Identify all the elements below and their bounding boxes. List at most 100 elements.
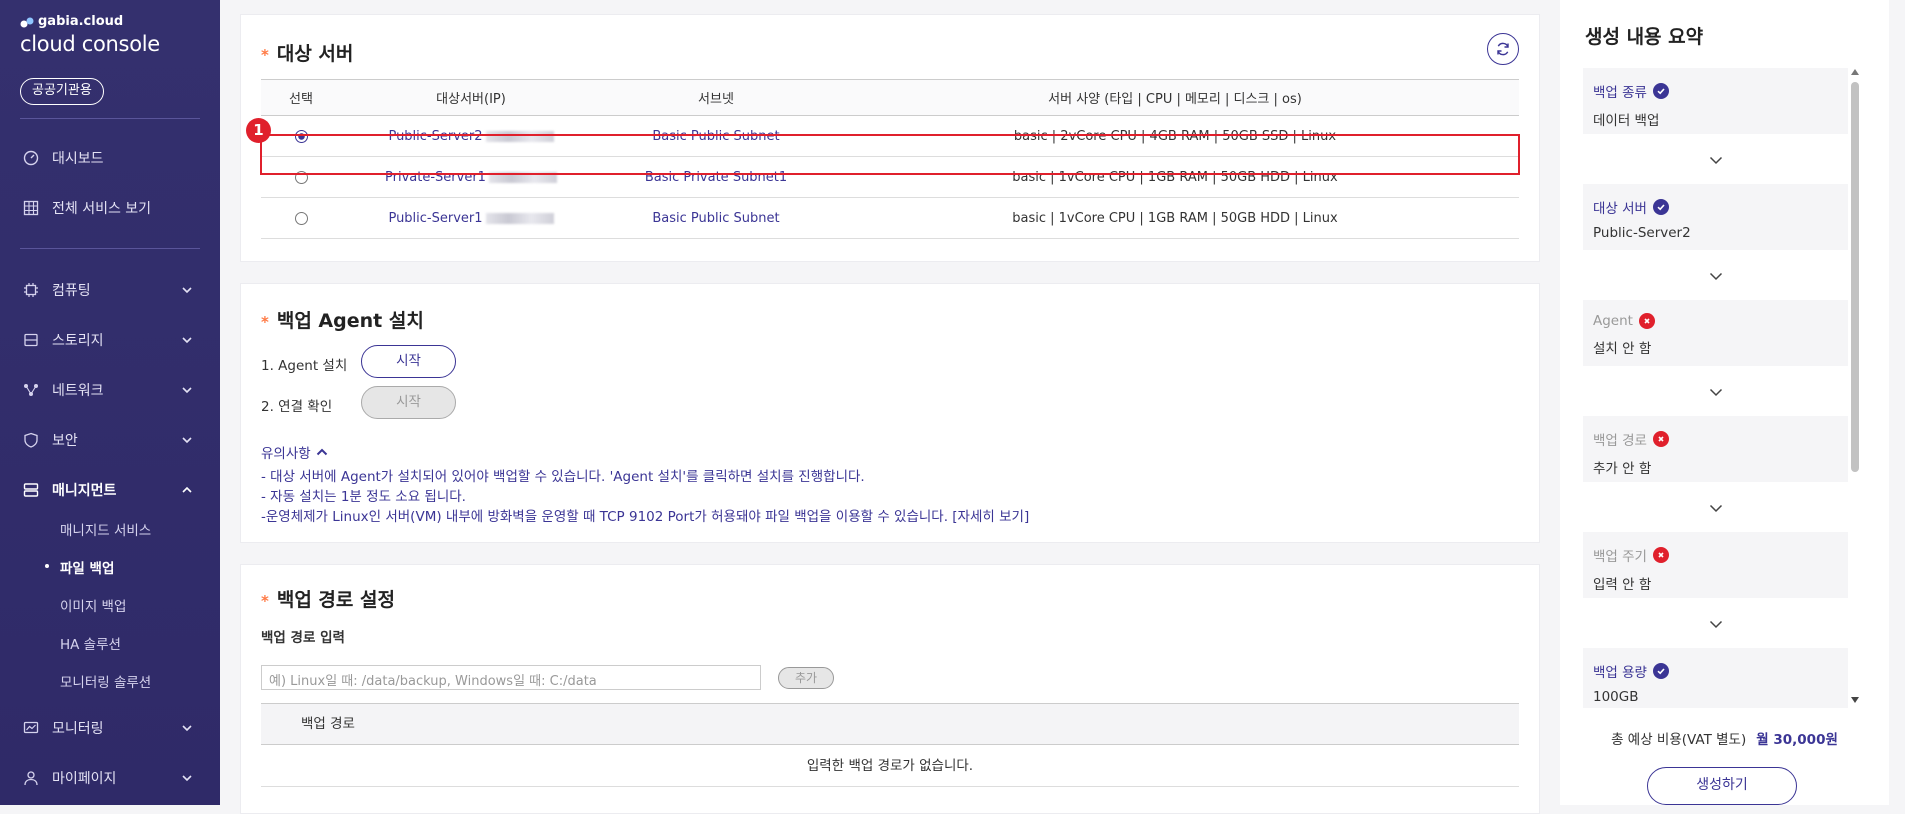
- nav-dashboard[interactable]: 대시보드: [0, 143, 220, 173]
- create-button[interactable]: 생성하기: [1647, 767, 1797, 805]
- scroll-down-icon[interactable]: [1851, 696, 1859, 704]
- summary-item: 백업 용량 100GB: [1583, 648, 1848, 708]
- summary-item: 백업 종류 데이터 백업: [1583, 68, 1848, 134]
- notice-line: - 대상 서버에 Agent가 설치되어 있어야 백업할 수 있습니다. 'Ag…: [261, 469, 865, 485]
- required-star: *: [261, 46, 269, 64]
- refresh-button[interactable]: [1487, 33, 1519, 65]
- agent-install-label: 1. Agent 설치: [261, 358, 348, 374]
- scroll-up-icon[interactable]: [1851, 68, 1859, 76]
- nav-monitoring[interactable]: 모니터링: [0, 713, 220, 743]
- notice-toggle[interactable]: 유의사항: [261, 442, 329, 462]
- section-title: * 백업 경로 설정: [261, 589, 395, 611]
- brand-logo[interactable]: gabia.cloud cloud console: [20, 14, 160, 56]
- notice-title: 유의사항: [261, 446, 311, 462]
- notice-line[interactable]: -운영체제가 Linux인 서버(VM) 내부에 방화벽을 운영할 때 TCP …: [261, 505, 1029, 525]
- check-icon: [1652, 199, 1669, 215]
- section-title: * 백업 Agent 설치: [261, 310, 424, 332]
- monitor-icon: [22, 719, 40, 737]
- table-header-row: 선택 대상서버(IP) 서브넷 서버 사양 (타입 | CPU | 메모리 | …: [261, 79, 1519, 116]
- connection-check-label: 2. 연결 확인: [261, 399, 333, 415]
- summary-value: 데이터 백업: [1593, 113, 1660, 129]
- summary-scrollbar[interactable]: [1851, 68, 1859, 704]
- chip-icon: [22, 281, 40, 299]
- col-select: 선택: [261, 79, 341, 116]
- summary-key: 백업 주기: [1593, 545, 1838, 565]
- sidebar-divider: [20, 118, 200, 119]
- server-radio[interactable]: [294, 211, 308, 225]
- user-icon: [22, 769, 40, 787]
- summary-item: Agent 설치 안 함: [1583, 300, 1848, 366]
- error-icon: [1652, 431, 1669, 447]
- nav-all-services[interactable]: 전체 서비스 보기: [0, 193, 220, 223]
- required-star: *: [261, 313, 269, 331]
- error-icon: [1652, 547, 1669, 563]
- nav-storage[interactable]: 스토리지: [0, 325, 220, 355]
- sidebar: gabia.cloud cloud console 공공기관용 대시보드 전체 …: [0, 0, 220, 805]
- cost-value: 월 30,000원: [1756, 732, 1838, 748]
- nav-network[interactable]: 네트워크: [0, 375, 220, 405]
- error-icon: [1638, 313, 1655, 329]
- estimated-cost: 총 예상 비용(VAT 별도) 월 30,000원: [1560, 728, 1889, 748]
- subnav-managed-service[interactable]: 매니지드 서비스: [60, 519, 151, 539]
- subnav-monitoring-solution[interactable]: 모니터링 솔루션: [60, 671, 151, 691]
- agent-install-start-button[interactable]: 시작: [361, 345, 456, 378]
- server-name[interactable]: Public-Server1: [388, 211, 482, 226]
- target-server-card: * 대상 서버 선택 대상서버(IP) 서브넷 서버 사양 (타입 | CPU |…: [240, 14, 1540, 262]
- summary-key: Agent: [1593, 313, 1838, 329]
- chevron-down-icon: [182, 437, 192, 444]
- nav-label: 컴퓨팅: [52, 283, 91, 299]
- public-institution-button[interactable]: 공공기관용: [20, 78, 104, 105]
- management-icon: [22, 481, 40, 499]
- network-icon: [22, 381, 40, 399]
- summary-item: 백업 주기 입력 안 함: [1583, 532, 1848, 598]
- server-spec: basic | 1vCore CPU | 1GB RAM | 50GB HDD …: [831, 197, 1519, 239]
- nav-management[interactable]: 매니지먼트: [0, 475, 220, 505]
- nav-mypage[interactable]: 마이페이지: [0, 763, 220, 793]
- subnav-file-backup[interactable]: 파일 백업: [44, 557, 114, 577]
- summary-value: 100GB: [1593, 689, 1639, 705]
- check-icon: [1652, 83, 1669, 99]
- nav-label: 대시보드: [52, 151, 104, 167]
- summary-key: 백업 경로: [1593, 429, 1838, 449]
- brand-top-text: gabia.cloud: [38, 14, 124, 29]
- col-subnet: 서브넷: [601, 79, 831, 116]
- chevron-down-icon: [1709, 388, 1723, 397]
- required-star: *: [261, 592, 269, 610]
- nav-label: 전체 서비스 보기: [52, 201, 152, 217]
- nav-security[interactable]: 보안: [0, 425, 220, 455]
- connection-check-start-button[interactable]: 시작: [361, 386, 456, 419]
- chevron-up-icon: [316, 448, 327, 456]
- nav-label: 매니지먼트: [52, 483, 117, 499]
- cost-label: 총 예상 비용(VAT 별도): [1611, 732, 1747, 748]
- chevron-up-icon: [182, 486, 192, 493]
- ip-blurred: [485, 212, 554, 224]
- backup-path-input[interactable]: 예) Linux일 때: /data/backup, Windows일 때: C…: [261, 665, 761, 690]
- chevron-down-icon: [1709, 620, 1723, 629]
- summary-panel: 생성 내용 요약 백업 종류 데이터 백업 대상 서버 Public-Serve…: [1560, 0, 1889, 805]
- col-spec: 서버 사양 (타입 | CPU | 메모리 | 디스크 | os): [831, 79, 1519, 116]
- check-icon: [1652, 663, 1669, 679]
- sidebar-divider: [20, 248, 200, 249]
- chevron-down-icon: [182, 287, 192, 294]
- scrollbar-thumb[interactable]: [1851, 82, 1859, 472]
- summary-value: Public-Server2: [1593, 225, 1691, 241]
- table-row[interactable]: Public-Server1 Basic Public Subnet basic…: [261, 197, 1519, 239]
- chevron-down-icon: [182, 775, 192, 782]
- subnav-image-backup[interactable]: 이미지 백업: [60, 595, 126, 615]
- summary-key: 대상 서버: [1593, 197, 1838, 217]
- section-title: * 대상 서버: [261, 43, 354, 65]
- add-path-button[interactable]: 추가: [778, 667, 834, 689]
- chevron-down-icon: [1709, 504, 1723, 513]
- path-table-empty: 입력한 백업 경로가 없습니다.: [261, 745, 1519, 787]
- nav-label: 모니터링: [52, 721, 104, 737]
- summary-item: 대상 서버 Public-Server2: [1583, 184, 1848, 250]
- nav-label: 네트워크: [52, 383, 104, 399]
- nav-label: 보안: [52, 433, 78, 449]
- col-server: 대상서버(IP): [341, 79, 601, 116]
- subnav-ha-solution[interactable]: HA 솔루션: [60, 633, 121, 653]
- selection-highlight: [260, 134, 1520, 175]
- nav-computing[interactable]: 컴퓨팅: [0, 275, 220, 305]
- backup-path-card: * 백업 경로 설정 백업 경로 입력 예) Linux일 때: /data/ba…: [240, 564, 1540, 814]
- nav-label: 마이페이지: [52, 771, 117, 787]
- refresh-icon: [1497, 42, 1509, 56]
